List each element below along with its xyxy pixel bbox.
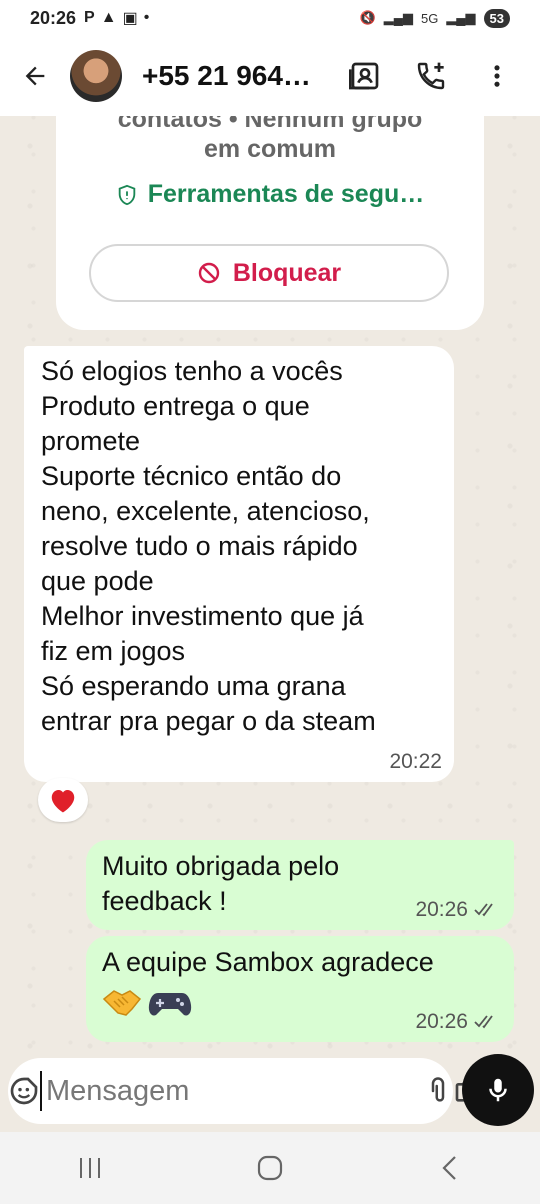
add-call-button[interactable] <box>398 36 464 116</box>
recents-button[interactable] <box>40 1132 140 1204</box>
contact-info-card: contatos • Nenhum grupo em comum Ferrame… <box>56 116 484 330</box>
contact-card-icon <box>349 62 379 90</box>
message-time: 20:26 <box>415 1010 468 1033</box>
dot-icon: • <box>143 9 150 26</box>
double-check-icon <box>474 903 493 917</box>
attach-button[interactable] <box>423 1058 453 1124</box>
reaction-badge[interactable] <box>38 778 88 822</box>
message-outgoing[interactable]: A equipe Sambox agradece 20:26 <box>86 936 514 1042</box>
recents-icon <box>80 1158 100 1178</box>
game-controller-emoji-icon <box>148 993 192 1016</box>
signal-icon: ▂▄▆ <box>383 10 413 25</box>
system-nav-bar <box>0 1132 540 1204</box>
heart-icon <box>51 790 75 813</box>
handshake-emoji-icon <box>102 990 142 1016</box>
microphone-icon <box>489 1078 507 1102</box>
avatar[interactable] <box>70 50 122 102</box>
message-text: Só elogios tenho a vocês Produto entrega… <box>41 356 376 736</box>
emoji-button[interactable] <box>8 1058 40 1124</box>
message-text: A equipe Sambox agradece <box>102 947 434 977</box>
message-outgoing[interactable]: Muito obrigada pelo feedback ! 20:26 <box>86 840 514 930</box>
status-time: 20:26 <box>30 7 77 28</box>
message-time: 20:26 <box>415 898 468 921</box>
safety-tools-link[interactable]: Ferramentas de segu… <box>56 180 484 209</box>
message-incoming[interactable]: Só elogios tenho a vocês Produto entrega… <box>24 346 454 782</box>
network-label: 5G <box>420 10 439 26</box>
sticker-smiley-icon <box>10 1077 38 1105</box>
shield-icon <box>118 184 135 205</box>
block-label: Bloquear <box>232 258 342 287</box>
contact-info-line2: em comum <box>204 135 336 163</box>
home-button[interactable] <box>220 1132 320 1204</box>
mic-button[interactable] <box>462 1054 534 1126</box>
safety-tools-label: Ferramentas de segu… <box>147 180 425 208</box>
block-button[interactable]: Bloquear <box>89 244 449 302</box>
status-bar: 20:26 P ▲ ▣ • 🔇 ▂▄▆ 5G ▂▄▆ 53 <box>0 0 540 36</box>
signal-icon: ▂▄▆ <box>446 10 476 25</box>
contact-title[interactable]: +55 21 964… <box>142 60 332 92</box>
mute-icon: 🔇 <box>359 10 376 25</box>
back-button[interactable] <box>0 36 70 116</box>
more-vert-icon <box>494 65 500 87</box>
contact-card-button[interactable] <box>332 36 398 116</box>
chat-area[interactable]: contatos • Nenhum grupo em comum Ferrame… <box>0 116 540 1054</box>
paperclip-icon <box>431 1077 445 1102</box>
chat-header: +55 21 964… <box>0 36 540 116</box>
chevron-left-icon <box>442 1156 456 1180</box>
menu-button[interactable] <box>464 36 530 116</box>
message-input[interactable] <box>40 1071 423 1111</box>
screenshot-icon: ▣ <box>122 10 138 27</box>
block-icon <box>198 262 220 284</box>
warning-icon: ▲ <box>100 9 117 26</box>
battery-level: 53 <box>483 8 510 28</box>
message-time: 20:22 <box>389 750 442 773</box>
arrow-left-icon <box>25 66 45 86</box>
nav-back-button[interactable] <box>400 1132 500 1204</box>
add-call-icon <box>417 62 445 90</box>
contact-info-line1: contatos • Nenhum grupo <box>117 116 423 133</box>
double-check-icon <box>474 1015 493 1029</box>
composer <box>8 1058 483 1124</box>
parking-icon: P <box>84 9 95 26</box>
home-icon <box>257 1155 283 1181</box>
